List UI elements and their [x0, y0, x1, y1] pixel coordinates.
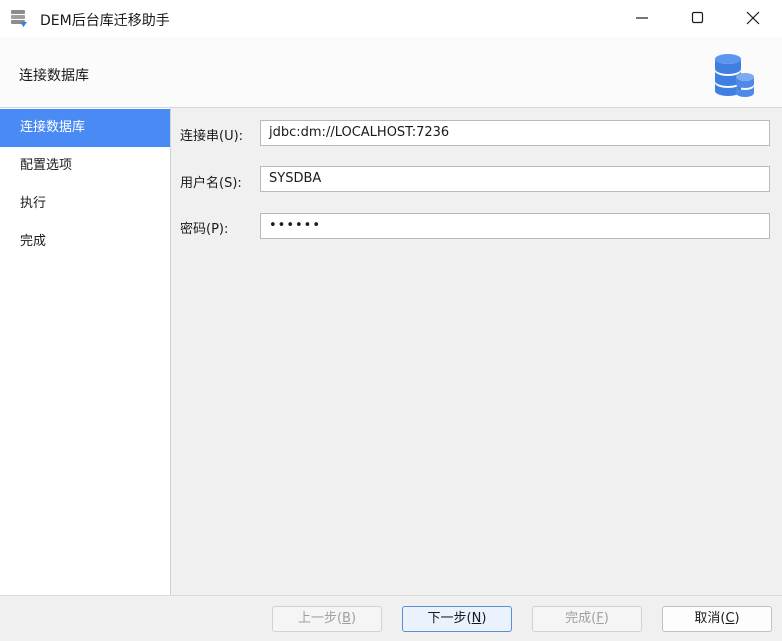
finish-button-tail: ) — [603, 611, 609, 626]
window-title: DEM后台库迁移助手 — [40, 13, 170, 29]
close-button[interactable] — [728, 0, 780, 37]
next-button[interactable]: 下一步(N) — [402, 606, 512, 632]
minimize-icon — [636, 17, 648, 19]
cancel-button-tail: ) — [734, 611, 740, 626]
migration-wizard-window: DEM后台库迁移助手 连接数据库 连接数据库 配置选项 执行 完成 连接串(U)… — [0, 0, 782, 641]
next-button-label: 下一步( — [427, 611, 472, 626]
connection-string-input[interactable]: jdbc:dm://LOCALHOST:7236 — [260, 120, 770, 146]
password-input[interactable]: •••••• — [260, 213, 770, 239]
minimize-button[interactable] — [617, 0, 669, 37]
sidebar-item-finish[interactable]: 完成 — [0, 223, 170, 261]
cancel-button-accel: C — [725, 611, 735, 626]
wizard-footer: 上一步(B) 下一步(N) 完成(F) 取消(C) — [0, 595, 782, 641]
sidebar-item-options[interactable]: 配置选项 — [0, 147, 170, 185]
username-input[interactable]: SYSDBA — [260, 166, 770, 192]
sidebar-item-execute[interactable]: 执行 — [0, 185, 170, 223]
database-stack-icon — [10, 9, 28, 28]
title-bar: DEM后台库迁移助手 — [0, 0, 782, 37]
prev-button-label: 上一步( — [297, 611, 343, 626]
maximize-button[interactable] — [673, 0, 725, 37]
prev-button[interactable]: 上一步(B) — [272, 606, 382, 632]
page-title: 连接数据库 — [19, 68, 89, 84]
finish-button-accel: F — [596, 611, 604, 626]
close-icon — [746, 11, 760, 25]
database-cylinders-icon — [710, 51, 758, 101]
connection-form: 连接串(U): jdbc:dm://LOCALHOST:7236 用户名(S):… — [171, 108, 782, 595]
password-label: 密码(P): — [180, 222, 229, 237]
finish-button[interactable]: 完成(F) — [532, 606, 642, 632]
maximize-icon — [691, 11, 704, 24]
step-sidebar: 连接数据库 配置选项 执行 完成 — [0, 108, 170, 595]
connection-string-label: 连接串(U): — [180, 129, 244, 144]
prev-button-accel: B — [342, 611, 351, 626]
wizard-header: 连接数据库 — [0, 37, 782, 107]
next-button-tail: ) — [481, 611, 487, 626]
prev-button-tail: ) — [350, 611, 357, 626]
cancel-button[interactable]: 取消(C) — [662, 606, 772, 632]
cancel-button-label: 取消( — [694, 611, 726, 626]
sidebar-item-connect-db[interactable]: 连接数据库 — [0, 109, 170, 147]
finish-button-label: 完成( — [565, 611, 597, 626]
username-label: 用户名(S): — [180, 176, 242, 191]
next-button-accel: N — [471, 611, 482, 626]
